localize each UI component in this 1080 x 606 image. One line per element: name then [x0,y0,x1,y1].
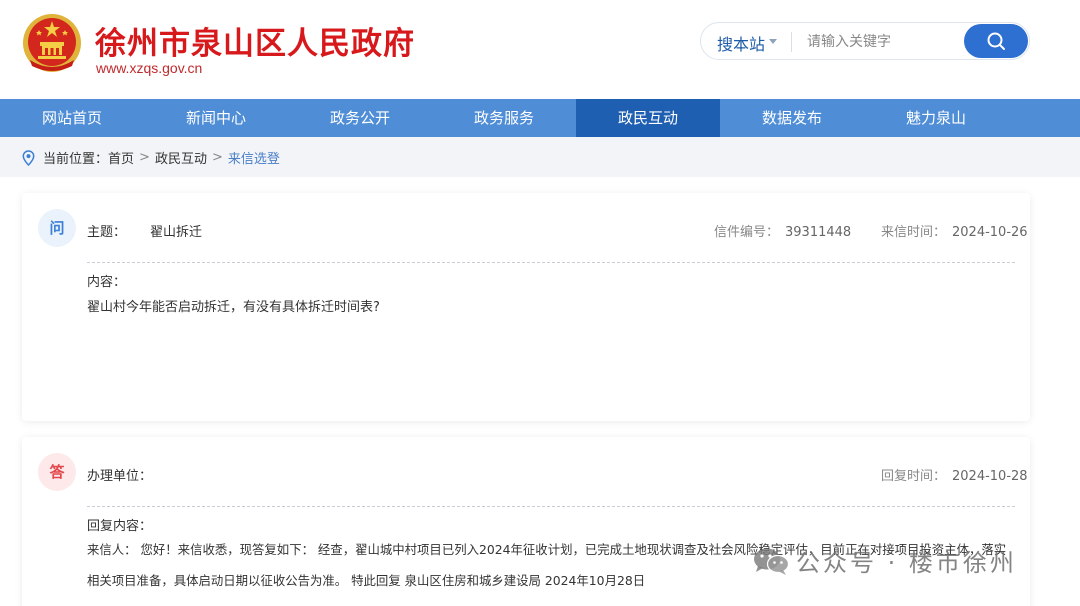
search-divider [791,32,792,52]
letter-number: 信件编号： 39311448 [714,221,851,240]
answer-badge: 答 [38,453,76,491]
search-button[interactable] [964,24,1028,58]
breadcrumb-bar: 当前位置： 首页 > 政民互动 > 来信选登 [0,137,1080,177]
nav-item-gov-services[interactable]: 政务服务 [432,99,576,137]
search-scope-select[interactable]: 搜本站 [717,31,765,55]
site-header: 徐州市泉山区人民政府 www.xzqs.gov.cn 搜本站 [0,0,1080,99]
letter-card: 问 主题： 翟山拆迁 信件编号： 39311448 来信时间： 2024-10-26… [22,193,1030,421]
reply-date-value: 2024-10-28 [952,469,1028,484]
question-badge: 问 [38,209,76,247]
reply-content-label: 回复内容： [87,519,153,534]
divider [87,506,1015,507]
breadcrumb-label: 当前位置： [43,152,109,167]
main-nav: 网站首页 新闻中心 政务公开 政务服务 政民互动 数据发布 魅力泉山 [0,99,1080,137]
nav-item-news[interactable]: 新闻中心 [144,99,288,137]
site-url[interactable]: www.xzqs.gov.cn [96,60,202,76]
search-box: 搜本站 [700,22,1030,60]
wechat-icon [754,548,790,575]
breadcrumb-separator: > [211,150,223,165]
subject-label: 主题： [87,225,127,240]
divider [87,262,1015,263]
breadcrumb-home[interactable]: 首页 [108,148,134,167]
breadcrumb: 当前位置： 首页 > 政民互动 > 来信选登 [22,148,280,167]
reply-date: 回复时间： 2024-10-28 [881,465,1028,484]
letter-number-value: 39311448 [785,225,852,240]
watermark-text: 公众号 · 楼市徐州 [796,549,1017,577]
location-pin-icon [22,149,35,166]
reply-date-label: 回复时间： [881,469,947,484]
chevron-down-icon[interactable] [769,39,777,44]
search-icon [987,32,1005,50]
national-emblem-logo[interactable] [22,12,82,74]
breadcrumb-interaction[interactable]: 政民互动 [155,148,207,167]
reply-content-line: 相关项目准备，具体启动日期以征收公告为准。 特此回复 泉山区住房和城乡建设局 2… [87,573,646,588]
nav-item-home[interactable]: 网站首页 [0,99,144,137]
letter-number-label: 信件编号： [714,225,780,240]
nav-item-interaction[interactable]: 政民互动 [576,99,720,137]
subject-value: 翟山拆迁 [150,225,203,240]
letter-date-value: 2024-10-26 [952,225,1028,240]
nav-item-data[interactable]: 数据发布 [720,99,864,137]
letter-date-label: 来信时间： [881,225,947,240]
search-input[interactable] [807,30,957,54]
nav-item-gov-affairs[interactable]: 政务公开 [288,99,432,137]
content-label: 内容： [87,275,127,290]
nav-item-quanshan[interactable]: 魅力泉山 [864,99,1008,137]
reply-card: 答 办理单位： 回复时间： 2024-10-28 回复内容： 来信人： 您好！来信… [22,437,1030,606]
watermark: 公众号 · 楼市徐州 [752,543,1017,578]
breadcrumb-current[interactable]: 来信选登 [228,148,280,167]
site-title[interactable]: 徐州市泉山区人民政府 [95,18,415,63]
breadcrumb-separator: > [139,150,150,165]
letter-content: 翟山村今年能否启动拆迁，有没有具体拆迁时间表? [87,300,380,315]
letter-date: 来信时间： 2024-10-26 [881,221,1028,240]
unit-label: 办理单位： [87,469,153,484]
